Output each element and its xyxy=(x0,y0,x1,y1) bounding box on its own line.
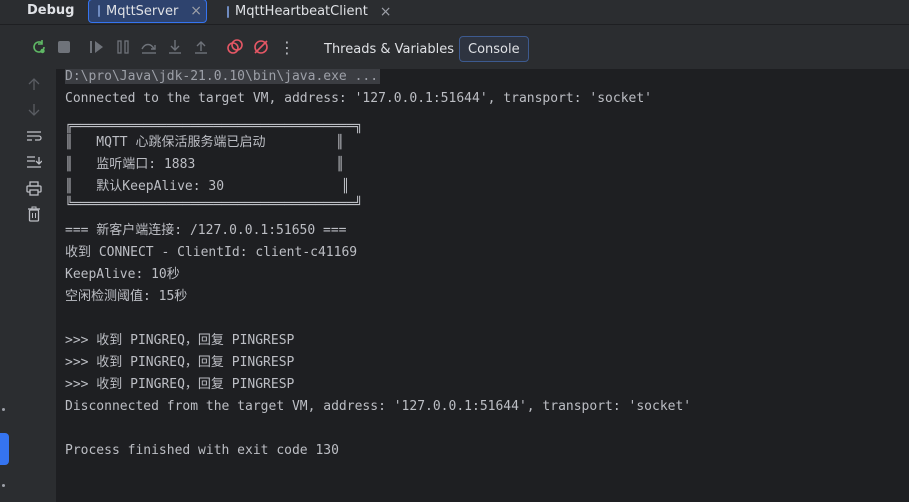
run-config-icon xyxy=(98,5,100,17)
rerun-icon[interactable] xyxy=(30,38,48,56)
banner-line-port: ║ 监听端口: 1883 ║ xyxy=(65,157,344,172)
banner-line-title: ║ MQTT 心跳保活服务端已启动 ║ xyxy=(65,135,344,150)
tool-window-title: Debug xyxy=(27,3,75,18)
step-over-icon[interactable] xyxy=(140,38,158,56)
banner-bottom: ╚════════════════════════════════════╝ xyxy=(65,197,363,212)
soft-wrap-icon[interactable] xyxy=(25,127,43,145)
more-icon[interactable]: ⋮ xyxy=(278,38,296,57)
stop-icon[interactable] xyxy=(55,38,73,56)
tab-mqtt-heartbeat-client[interactable]: MqttHeartbeatClient × xyxy=(218,0,398,23)
edge-dot xyxy=(2,484,5,487)
console-line: Process finished with exit code 130 xyxy=(65,443,339,458)
debug-toolbar: ⋮ Threads & Variables Console xyxy=(0,25,909,69)
resume-icon[interactable] xyxy=(88,38,106,56)
edge-dot xyxy=(2,408,5,411)
run-config-icon xyxy=(227,5,229,18)
console-line-connected: Connected to the target VM, address: '12… xyxy=(65,91,652,106)
step-out-icon[interactable] xyxy=(192,38,210,56)
close-icon[interactable]: × xyxy=(380,4,392,20)
tab-label: MqttHeartbeatClient xyxy=(235,4,368,19)
console-output[interactable]: D:\pro\Java\jdk-21.0.10\bin\java.exe ...… xyxy=(56,69,909,502)
tool-window-header: Debug MqttServer × MqttHeartbeatClient × xyxy=(0,0,909,25)
console-line: Disconnected from the target VM, address… xyxy=(65,399,692,414)
tab-label: MqttServer xyxy=(106,3,179,19)
trash-icon[interactable] xyxy=(25,205,43,223)
scroll-to-end-icon[interactable] xyxy=(25,153,43,171)
print-icon[interactable] xyxy=(25,179,43,197)
console-line: >>> 收到 PINGREQ，回复 PINGRESP xyxy=(65,377,295,392)
down-arrow-icon[interactable] xyxy=(25,101,43,119)
console-line: 收到 CONNECT - ClientId: client-c41169 xyxy=(65,245,358,260)
console-line-command: D:\pro\Java\jdk-21.0.10\bin\java.exe ... xyxy=(65,66,381,88)
step-into-icon[interactable] xyxy=(166,38,184,56)
console-line: KeepAlive: 10秒 xyxy=(65,267,180,282)
console-line: >>> 收到 PINGREQ，回复 PINGRESP xyxy=(65,355,295,370)
console-line: >>> 收到 PINGREQ，回复 PINGRESP xyxy=(65,333,295,348)
console-line: 空闲检测阈值: 15秒 xyxy=(65,289,188,304)
side-panel-indicator[interactable] xyxy=(0,433,9,465)
tab-console[interactable]: Console xyxy=(459,36,529,62)
tab-threads-variables[interactable]: Threads & Variables xyxy=(316,36,462,62)
console-line: === 新客户端连接: /127.0.0.1:51650 === xyxy=(65,223,347,238)
up-arrow-icon[interactable] xyxy=(25,75,43,93)
mute-breakpoints-icon[interactable] xyxy=(252,38,270,56)
close-icon[interactable]: × xyxy=(190,3,202,19)
pause-icon[interactable] xyxy=(114,38,132,56)
tab-mqtt-server[interactable]: MqttServer × xyxy=(88,0,207,23)
command-line[interactable]: D:\pro\Java\jdk-21.0.10\bin\java.exe ... xyxy=(65,69,381,84)
view-breakpoints-icon[interactable] xyxy=(226,38,244,56)
